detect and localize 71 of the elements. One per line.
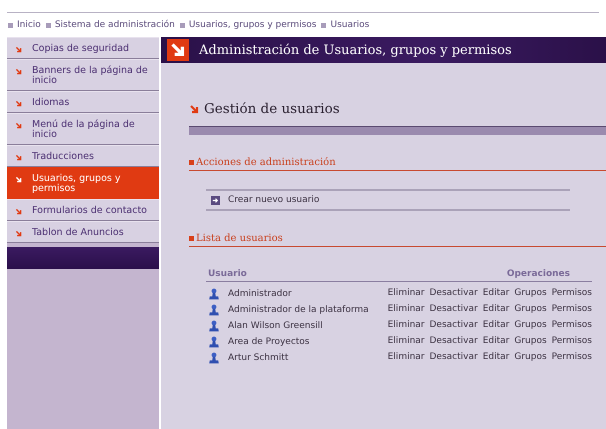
user-name: Artur Schmitt — [228, 353, 288, 363]
operation-link[interactable]: Permisos — [552, 320, 592, 330]
user-icon — [208, 304, 220, 316]
user-icon — [208, 288, 220, 300]
operation-link[interactable]: Editar — [482, 336, 510, 346]
arrow-icon — [15, 46, 22, 53]
arrow-icon — [211, 196, 220, 204]
sidebar-item[interactable]: Tablon de Anuncios — [7, 221, 159, 243]
user-name: Alan Wilson Greensill — [228, 321, 323, 331]
user-icon — [208, 352, 220, 364]
breadcrumb-link[interactable]: Sistema de administración — [54, 20, 175, 30]
bullet-icon — [46, 22, 51, 28]
arrow-icon — [15, 68, 22, 75]
arrow-icon — [15, 122, 22, 129]
operation-link[interactable]: Grupos — [514, 336, 547, 346]
bullet-icon — [180, 22, 185, 28]
operation-link[interactable]: Desactivar — [430, 352, 478, 362]
operation-link[interactable]: Grupos — [514, 288, 547, 298]
operation-link[interactable]: Eliminar — [388, 320, 424, 330]
sidebar-item[interactable]: Usuarios, grupos y permisos — [7, 167, 159, 199]
operation-link[interactable]: Grupos — [514, 320, 547, 330]
operation-link[interactable]: Grupos — [514, 352, 547, 362]
operation-link[interactable]: Desactivar — [430, 288, 478, 298]
sidebar-item[interactable]: Idiomas — [7, 91, 159, 113]
page-title: Gestión de usuarios — [204, 101, 340, 117]
arrow-icon — [15, 154, 22, 161]
operation-link[interactable]: Eliminar — [388, 288, 424, 298]
arrow-icon — [15, 230, 22, 237]
header-title: Administración de Usuarios, grupos y permisos — [199, 42, 512, 58]
operation-link[interactable]: Eliminar — [388, 336, 424, 346]
bullet-icon — [189, 160, 194, 165]
column-header: Operaciones — [506, 269, 570, 279]
operation-link[interactable]: Editar — [482, 352, 510, 362]
operation-link[interactable]: Desactivar — [430, 304, 478, 314]
arrow-icon — [15, 100, 22, 107]
operation-link[interactable]: Permisos — [552, 288, 592, 298]
section-title: Acciones de administración — [196, 157, 336, 168]
user-name: Administrador de la plataforma — [228, 305, 369, 315]
user-name: Administrador — [228, 289, 292, 299]
bullet-icon — [321, 22, 326, 28]
sidebar-item[interactable]: Copias de seguridad — [7, 37, 159, 59]
breadcrumb-link[interactable]: Usuarios, grupos y permisos — [188, 20, 316, 30]
user-name: Area de Proyectos — [228, 337, 310, 347]
user-icon — [208, 320, 220, 332]
operation-link[interactable]: Grupos — [514, 304, 547, 314]
breadcrumb-link[interactable]: Usuarios — [330, 20, 370, 30]
action-link[interactable]: Crear nuevo usuario — [228, 195, 320, 205]
operation-link[interactable]: Permisos — [552, 352, 592, 362]
operation-link[interactable]: Eliminar — [388, 352, 424, 362]
sidebar-item[interactable]: Menú de la página de inicio — [7, 113, 159, 145]
sidebar-item[interactable]: Banners de la página de inicio — [7, 59, 159, 91]
operation-link[interactable]: Permisos — [552, 336, 592, 346]
sidebar-item[interactable]: Traducciones — [7, 145, 159, 167]
arrow-logo-icon — [167, 39, 189, 61]
arrow-icon — [189, 104, 199, 114]
operation-link[interactable]: Editar — [482, 288, 510, 298]
operation-link[interactable]: Desactivar — [430, 320, 478, 330]
breadcrumb-link[interactable]: Inicio — [17, 20, 41, 30]
bullet-icon — [189, 236, 194, 241]
bullet-icon — [8, 22, 13, 28]
operation-link[interactable]: Editar — [482, 320, 510, 330]
sidebar-item[interactable]: Formularios de contacto — [7, 199, 159, 221]
arrow-icon — [15, 208, 22, 215]
arrow-icon — [15, 176, 22, 183]
column-header: Usuario — [208, 269, 247, 279]
user-icon — [208, 336, 220, 348]
operation-link[interactable]: Desactivar — [430, 336, 478, 346]
operation-link[interactable]: Editar — [482, 304, 510, 314]
operation-link[interactable]: Permisos — [552, 304, 592, 314]
section-title: Lista de usuarios — [196, 233, 283, 244]
operation-link[interactable]: Eliminar — [388, 304, 424, 314]
